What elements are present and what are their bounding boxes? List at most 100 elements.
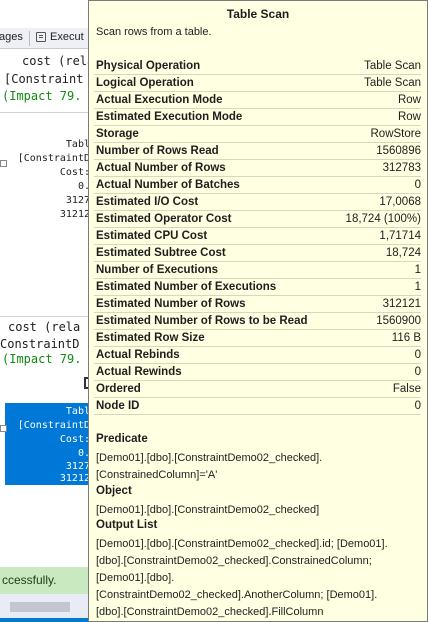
property-row: Logical Operation Table Scan — [94, 75, 421, 92]
node-cost-label: Cost: — [59, 167, 90, 178]
node-operator-name: Tabl — [65, 406, 90, 417]
ide-status-strip — [0, 618, 90, 622]
property-label: Estimated Number of Executions — [96, 281, 277, 293]
property-value: 17,0068 — [379, 196, 421, 208]
tooltip-description: Scan rows from a table. — [96, 26, 212, 38]
property-label: Actual Rebinds — [96, 349, 180, 361]
property-value: Table Scan — [364, 77, 421, 89]
node-object-name: [ConstraintD — [17, 420, 90, 431]
property-row: Ordered False — [94, 381, 421, 398]
property-value: 0 — [414, 400, 421, 412]
query-status-bar: ccessfully. — [0, 567, 90, 594]
property-row: Estimated Number of Rows to be Read 15609… — [94, 313, 421, 330]
property-label: Estimated I/O Cost — [96, 196, 199, 208]
node-object-name: [ConstraintD — [17, 153, 90, 164]
tab-separator — [29, 31, 30, 46]
predicate-heading: Predicate — [96, 433, 148, 445]
output-list-heading: Output List — [96, 519, 158, 531]
property-label: Logical Operation — [96, 77, 194, 89]
property-label: Estimated Operator Cost — [96, 213, 232, 225]
property-row: Estimated Subtree Cost 18,724 — [94, 245, 421, 262]
property-row: Estimated Number of Rows 312121 — [94, 296, 421, 313]
property-label: Storage — [96, 128, 139, 140]
property-value: 0 — [414, 179, 421, 191]
property-row: Actual Number of Batches 0 — [94, 177, 421, 194]
results-tab-bar: ages Execut — [0, 28, 90, 49]
operator-tooltip: Table Scan Scan rows from a table. Physi… — [88, 0, 428, 622]
property-row: Storage RowStore — [94, 126, 421, 143]
property-label: Physical Operation — [96, 60, 201, 72]
property-row: Actual Execution Mode Row — [94, 92, 421, 109]
property-row: Number of Rows Read 1560896 — [94, 143, 421, 160]
property-label: Actual Number of Batches — [96, 179, 240, 191]
property-row: Actual Rewinds 0 — [94, 364, 421, 381]
lower-constraint-text: ConstraintD — [0, 337, 80, 351]
property-value: 18,724 — [385, 247, 421, 259]
upper-cost-text: cost (rela — [22, 54, 95, 68]
property-value: False — [392, 383, 421, 395]
property-row: Estimated I/O Cost 17,0068 — [94, 194, 421, 211]
property-value: 0 — [414, 366, 421, 378]
property-label: Number of Executions — [96, 264, 219, 276]
tab-messages[interactable]: ages — [0, 31, 23, 43]
property-value: 312121 — [382, 298, 421, 310]
property-value: Row — [397, 111, 421, 123]
property-label: Actual Execution Mode — [96, 94, 223, 106]
object-line-1: [Demo01].[dbo].[ConstraintDemo02_checked… — [96, 504, 320, 516]
property-row: Physical Operation Table Scan — [94, 58, 421, 75]
connector-handle — [0, 160, 7, 167]
property-label: Actual Rewinds — [96, 366, 182, 378]
predicate-line-1: [Demo01].[dbo].[ConstraintDemo02_checked… — [96, 452, 323, 464]
output-list-line-4: [ConstraintDemo02_checked].AnotherColumn… — [96, 589, 378, 601]
predicate-line-2: [ConstrainedColumn]='A' — [96, 469, 218, 481]
lower-cost-text: cost (rela — [8, 320, 81, 334]
property-row: Estimated CPU Cost 1,71714 — [94, 228, 421, 245]
object-heading: Object — [96, 485, 132, 497]
property-label: Estimated Number of Rows to be Read — [96, 315, 308, 327]
node-value-1: 0. — [77, 181, 90, 192]
property-label: Estimated Subtree Cost — [96, 247, 226, 259]
divider — [0, 112, 90, 113]
node-value-2: 3127 — [65, 195, 90, 206]
property-label: Estimated CPU Cost — [96, 230, 208, 242]
property-value: 116 B — [391, 332, 421, 344]
property-row: Estimated Operator Cost 18,724 (100%) — [94, 211, 421, 228]
tooltip-title: Table Scan — [226, 7, 290, 21]
output-list-line-5: [dbo].[ConstraintDemo02_checked].FillCol… — [96, 606, 324, 618]
property-value: 0 — [414, 349, 421, 361]
property-value: 1560896 — [376, 145, 421, 157]
property-label: Number of Rows Read — [96, 145, 219, 157]
property-value: 1 — [414, 264, 421, 276]
divider — [0, 316, 90, 317]
lower-impact-text: (Impact 79. — [2, 352, 82, 366]
property-value: RowStore — [370, 128, 422, 140]
node-value-1: 0. — [77, 448, 90, 459]
property-label: Estimated Row Size — [96, 332, 205, 344]
node-operator-name: Tabl — [65, 139, 90, 150]
property-row: Estimated Number of Executions 1 — [94, 279, 421, 296]
property-value: 18,724 (100%) — [345, 213, 421, 225]
property-label: Estimated Number of Rows — [96, 298, 246, 310]
property-row: Estimated Row Size 116 B — [94, 330, 421, 347]
horizontal-scrollbar[interactable] — [10, 602, 70, 612]
property-value: 312783 — [382, 162, 421, 174]
property-label: Estimated Execution Mode — [96, 111, 243, 123]
output-list-line-3: [Demo01].[dbo]. — [96, 572, 175, 584]
property-label: Ordered — [96, 383, 141, 395]
property-label: Node ID — [96, 400, 140, 412]
property-value: Table Scan — [364, 60, 421, 72]
tab-execution-plan[interactable]: Execut — [50, 31, 84, 43]
node-cost-label: Cost: — [59, 434, 90, 445]
property-value: 1,71714 — [379, 230, 421, 242]
output-list-line-2: [dbo].[ConstraintDemo02_checked].Constra… — [96, 555, 372, 567]
property-value: Row — [397, 94, 421, 106]
property-row: Number of Executions 1 — [94, 262, 421, 279]
selected-table-scan-node[interactable]: Tabl [ConstraintD Cost: 0. 3127 31212 — [5, 403, 90, 485]
property-row: Actual Number of Rows 312783 — [94, 160, 421, 177]
upper-constraint-text: [Constraint — [4, 72, 84, 86]
property-label: Actual Number of Rows — [96, 162, 226, 174]
node-value-2: 3127 — [65, 461, 90, 472]
property-row: Estimated Execution Mode Row — [94, 109, 421, 126]
property-row: Actual Rebinds 0 — [94, 347, 421, 364]
connector-handle — [0, 425, 7, 432]
